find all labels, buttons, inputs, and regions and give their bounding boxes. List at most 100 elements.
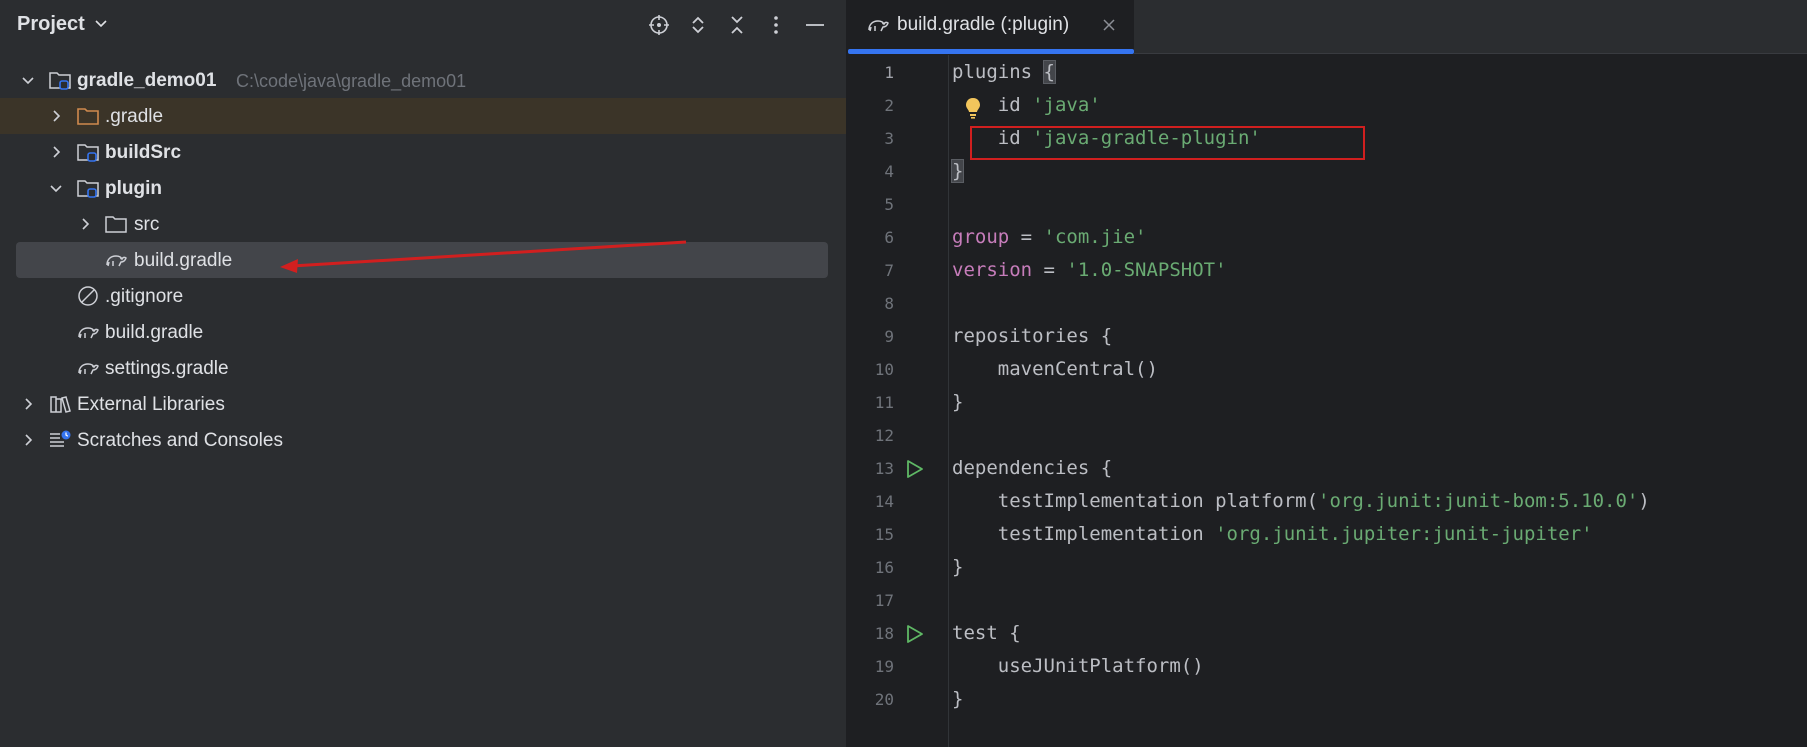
chevron-down-icon[interactable] [93,15,109,31]
line-number: 13 [874,459,894,478]
code-string: 'org.junit:junit-bom:5.10.0' [1318,490,1639,512]
chevron-down-icon[interactable] [20,72,36,88]
editor-tab-bar: build.gradle (:plugin) [846,0,1807,54]
code-line-18[interactable]: test { [952,622,1021,644]
tree-item-buildsrc[interactable]: buildSrc [0,134,846,170]
code-string: '1.0-SNAPSHOT' [1066,259,1227,281]
code-line-1[interactable]: plugins { [952,60,1057,84]
close-icon[interactable] [1101,17,1117,33]
libraries-icon [50,396,71,413]
line-number: 19 [874,657,894,676]
tab-label: build.gradle (:plugin) [897,14,1070,35]
tree-item-label: buildSrc [105,142,182,163]
code-token: ) [1638,490,1650,512]
project-tool-window: Project gradle_demo01 C:\code\java\gradl… [0,0,846,747]
collapse-all-button[interactable] [724,12,750,38]
locate-file-button[interactable] [646,12,672,38]
tree-item-label: Scratches and Consoles [77,430,283,451]
chevron-right-icon[interactable] [20,432,36,448]
tree-item-label: settings.gradle [105,358,229,379]
line-number: 5 [884,195,894,214]
code-token: = [1009,226,1044,248]
code-line-2[interactable]: id 'java' [952,94,1101,116]
line-number: 12 [874,426,894,445]
code-line-19[interactable]: useJUnitPlatform() [952,655,1204,677]
tab-build-gradle-plugin[interactable]: build.gradle (:plugin) [846,0,1134,54]
excluded-folder-icon [77,108,99,125]
tree-item-plugin[interactable]: plugin [0,170,846,206]
gradle-icon [78,363,99,375]
run-icon[interactable] [903,458,925,480]
code-line-14[interactable]: testImplementation platform('org.junit:j… [952,490,1650,512]
code-line-10[interactable]: mavenCentral() [952,358,1158,380]
code-line-4[interactable]: } [950,159,965,183]
code-token: = [1032,259,1067,281]
line-number: 16 [874,558,894,577]
options-button[interactable] [763,12,789,38]
code-line-20[interactable]: } [952,688,963,710]
tree-item-gitignore[interactable]: .gitignore [0,278,846,314]
project-path: C:\code\java\gradle_demo01 [236,71,467,91]
module-folder-icon [49,72,71,90]
line-number: 4 [884,162,894,181]
hide-panel-button[interactable] [802,12,828,38]
code-token: testImplementation platform( [952,490,1319,512]
module-folder-icon [77,180,99,198]
code-line-15[interactable]: testImplementation 'org.junit.jupiter:ju… [952,523,1593,545]
chevron-right-icon[interactable] [48,108,64,124]
run-icon[interactable] [903,623,925,645]
chevron-down-icon[interactable] [48,180,64,196]
crosshair-icon [649,15,669,35]
code-property: group [952,226,1010,248]
ignore-file-icon [78,286,98,306]
code-line-6[interactable]: group = 'com.jie' [952,226,1146,248]
expand-all-icon [692,16,704,34]
tree-item-plugin-build-gradle[interactable]: build.gradle [16,242,828,278]
code-token: plugins [952,61,1044,83]
tree-item-scratches-and-consoles[interactable]: Scratches and Consoles [0,422,846,458]
tree-item-settings-gradle[interactable]: settings.gradle [0,350,846,386]
project-header: Project [0,0,846,50]
more-vertical-icon [774,16,778,34]
tree-item-external-libraries[interactable]: External Libraries [0,386,846,422]
line-number: 1 [884,63,894,82]
line-number: 3 [884,129,894,148]
line-number: 2 [884,96,894,115]
line-number: 8 [884,294,894,313]
project-title[interactable]: Project [17,13,85,36]
active-tab-indicator [848,49,1134,54]
tree-item-root-build-gradle[interactable]: build.gradle [0,314,846,350]
line-number: 14 [874,492,894,511]
chevron-right-icon[interactable] [48,144,64,160]
tree-item-label: .gradle [105,106,164,127]
tree-item-label: External Libraries [77,394,225,415]
code-line-7[interactable]: version = '1.0-SNAPSHOT' [952,259,1227,281]
tree-item-src[interactable]: src [0,206,846,242]
code-line-13[interactable]: dependencies { [952,457,1112,479]
code-string: 'com.jie' [1043,226,1147,248]
folder-icon [105,216,127,233]
module-folder-icon [77,144,99,162]
tree-item-label: build.gradle [134,250,233,271]
tree-item-label: gradle_demo01 [77,70,217,91]
chevron-right-icon[interactable] [77,216,93,232]
line-number: 20 [874,690,894,709]
code-token: testImplementation [952,523,1216,545]
minimize-icon [806,24,824,26]
line-number: 10 [874,360,894,379]
code-line-9[interactable]: repositories { [952,325,1112,347]
tree-item-label: plugin [105,178,162,199]
code-string: 'org.junit.jupiter:junit-jupiter' [1215,523,1593,545]
tree-item-label: build.gradle [105,322,204,343]
code-line-16[interactable]: } [952,556,963,578]
chevron-right-icon[interactable] [20,396,36,412]
line-number: 11 [874,393,894,412]
code-line-11[interactable]: } [952,391,963,413]
tree-item-label: src [134,214,160,235]
tree-item-gradle-demo01[interactable]: gradle_demo01 C:\code\java\gradle_demo01 [0,62,846,98]
tree-item-dot-gradle[interactable]: .gradle [0,98,846,134]
editor-area: build.gradle (:plugin) 1 2 3 4 5 6 7 8 9… [846,0,1807,747]
line-number: 17 [874,591,894,610]
gradle-icon [868,20,889,32]
expand-all-button[interactable] [685,12,711,38]
